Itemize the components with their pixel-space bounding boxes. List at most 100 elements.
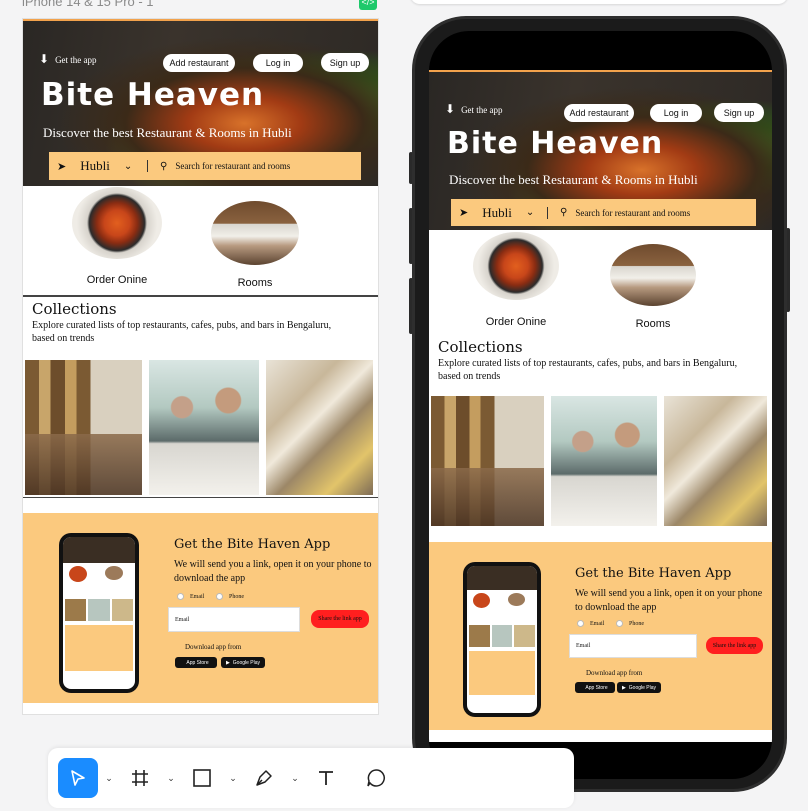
search-icon: ⚲ [560, 207, 568, 218]
collections-title: Collections [438, 338, 523, 356]
collections-title: Collections [32, 300, 117, 318]
dynamic-island [572, 51, 634, 71]
search-bar: ➤ Hubli ⌄ ⚲ Search for restaurant and ro… [451, 199, 756, 226]
login-button[interactable]: Log in [253, 54, 303, 72]
promo-title: Get the Bite Haven App [575, 566, 732, 581]
chevron-down-icon[interactable]: ⌄ [98, 758, 120, 798]
login-button[interactable]: Log in [650, 104, 702, 122]
radio-label: Phone [229, 593, 244, 600]
phone-mockup-image [463, 562, 541, 717]
get-app-label: Get the app [461, 104, 503, 115]
app-promo-section: Get the Bite Haven App We will send you … [429, 542, 772, 730]
chevron-down-icon[interactable]: ⌄ [160, 758, 182, 798]
search-input[interactable]: ⚲ Search for restaurant and rooms [160, 161, 290, 172]
category-label: Rooms [237, 277, 273, 289]
play-icon: ▶ [225, 659, 230, 666]
chevron-down-icon: ⌄ [123, 160, 133, 172]
radio-circle-icon [577, 620, 584, 627]
search-divider [547, 206, 548, 219]
section-divider [23, 497, 378, 498]
promo-text: We will send you a link, open it on your… [575, 588, 763, 613]
email-field[interactable]: Email [569, 634, 697, 658]
category-label: Rooms [635, 318, 671, 330]
brand-title: Bite Heaven [41, 77, 265, 113]
signup-button[interactable]: Sign up [321, 53, 369, 72]
code-icon[interactable]: </> [359, 0, 377, 10]
radio-circle-icon [616, 620, 623, 627]
email-field[interactable]: Email [168, 607, 300, 632]
category-rooms[interactable]: Rooms [609, 244, 697, 330]
category-label: Order Onine [86, 274, 148, 286]
tagline: Discover the best Restaurant & Rooms in … [43, 125, 292, 140]
shape-tool-icon[interactable] [182, 758, 222, 798]
google-play-badge[interactable]: ▶ Google Play [617, 682, 661, 693]
phone-screen: ⬇ Get the app Add restaurant Log in Sign… [429, 31, 772, 779]
brand-title: Bite Heaven [447, 126, 664, 161]
radio-phone[interactable]: Phone [616, 620, 644, 627]
category-rooms[interactable]: Rooms [207, 201, 303, 289]
radio-label: Email [190, 593, 205, 600]
radio-label: Email [590, 620, 605, 627]
app-store-badge[interactable]: App Store [175, 657, 217, 668]
get-app-link[interactable]: ⬇ Get the app [39, 52, 97, 67]
radio-phone[interactable]: Phone [216, 593, 244, 600]
chevron-down-icon[interactable]: ⌄ [284, 758, 306, 798]
preview-page[interactable]: ⬇ Get the app Add restaurant Log in Sign… [429, 70, 772, 742]
navigation-arrow-icon: ➤ [459, 207, 469, 219]
collection-photo[interactable] [25, 360, 142, 495]
food-dish-image [473, 232, 559, 300]
phone-mockup-image [59, 533, 139, 693]
collection-photo[interactable] [551, 396, 657, 526]
radio-email[interactable]: Email [177, 593, 204, 600]
get-app-link[interactable]: ⬇ Get the app [445, 102, 503, 117]
category-order-online[interactable]: Order Onine [65, 187, 169, 286]
download-label: Download app from [185, 643, 242, 651]
collection-photo[interactable] [664, 396, 767, 526]
collections-description: Explore curated lists of top restaurants… [32, 320, 332, 344]
add-restaurant-button[interactable]: Add restaurant [564, 104, 634, 122]
google-play-badge[interactable]: ▶ Google Play [221, 657, 265, 668]
location-selector[interactable]: ➤ Hubli ⌄ [49, 158, 147, 174]
signup-button[interactable]: Sign up [714, 103, 764, 122]
move-tool-icon[interactable] [58, 758, 98, 798]
download-label: Download app from [586, 669, 643, 677]
collection-photo[interactable] [266, 360, 373, 495]
hero-banner: ⬇ Get the app Add restaurant Log in Sign… [23, 19, 378, 186]
frame-title[interactable]: iPhone 14 & 15 Pro - 1 [22, 0, 154, 9]
frame-tool-icon[interactable] [120, 758, 160, 798]
share-link-button[interactable]: Share the link app [706, 637, 763, 654]
comment-tool-icon[interactable] [356, 758, 396, 798]
search-placeholder: Search for restaurant and rooms [175, 161, 291, 171]
canvas-frame[interactable]: ⬇ Get the app Add restaurant Log in Sign… [22, 18, 379, 715]
hotel-room-image [610, 244, 696, 306]
collection-photo[interactable] [149, 360, 259, 495]
tagline: Discover the best Restaurant & Rooms in … [449, 172, 698, 187]
play-icon: ▶ [621, 684, 626, 691]
promo-text: We will send you a link, open it on your… [174, 559, 372, 584]
canvas-top-panel [410, 0, 788, 4]
download-icon: ⬇ [39, 52, 50, 66]
category-order-online[interactable]: Order Onine [469, 232, 563, 328]
hero-banner: ⬇ Get the app Add restaurant Log in Sign… [429, 70, 772, 230]
section-divider [23, 295, 378, 297]
radio-email[interactable]: Email [577, 620, 604, 627]
search-placeholder: Search for restaurant and rooms [575, 207, 691, 218]
app-promo-section: Get the Bite Haven App We will send you … [23, 513, 378, 703]
collections-description: Explore curated lists of top restaurants… [438, 358, 738, 382]
get-app-label: Get the app [55, 54, 97, 65]
share-link-button[interactable]: Share the link app [311, 610, 369, 628]
radio-circle-icon [216, 593, 223, 600]
chevron-down-icon: ⌄ [525, 207, 535, 218]
category-label: Order Onine [485, 316, 547, 328]
pen-tool-icon[interactable] [244, 758, 284, 798]
app-store-badge[interactable]: App Store [575, 682, 615, 693]
search-input[interactable]: ⚲ Search for restaurant and rooms [560, 207, 690, 218]
collection-photo[interactable] [431, 396, 544, 526]
location-selector[interactable]: ➤ Hubli ⌄ [451, 205, 547, 221]
design-toolbar: ⌄ ⌄ ⌄ ⌄ [48, 748, 574, 808]
food-dish-image [72, 187, 162, 259]
text-tool-icon[interactable] [306, 758, 346, 798]
add-restaurant-button[interactable]: Add restaurant [163, 54, 235, 72]
hotel-room-image [211, 201, 299, 265]
chevron-down-icon[interactable]: ⌄ [222, 758, 244, 798]
